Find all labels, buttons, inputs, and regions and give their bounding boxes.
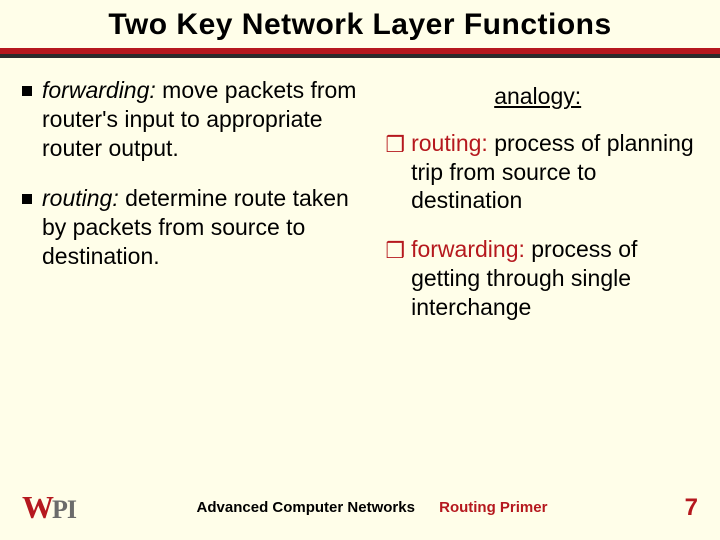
footer-center: Advanced Computer Networks Routing Prime…: [76, 499, 668, 516]
term: routing:: [411, 130, 488, 156]
course-name: Advanced Computer Networks: [197, 499, 415, 516]
slide-title: Two Key Network Layer Functions: [20, 8, 700, 42]
analogy-item: ❒ forwarding: process of getting through…: [377, 235, 698, 321]
logo-pi: PI: [52, 495, 76, 525]
square-outline-icon: ❒: [385, 237, 405, 265]
term: forwarding:: [411, 236, 525, 262]
footer: WPI Advanced Computer Networks Routing P…: [0, 489, 720, 526]
right-column: analogy: ❒ routing: process of planning …: [377, 76, 698, 341]
square-bullet-icon: [22, 86, 32, 96]
term: routing:: [42, 185, 119, 211]
analogy-text: forwarding: process of getting through s…: [411, 235, 698, 321]
analogy-heading: analogy:: [377, 82, 698, 111]
content-area: forwarding: move packets from router's i…: [0, 58, 720, 341]
left-column: forwarding: move packets from router's i…: [22, 76, 369, 341]
title-bar: Two Key Network Layer Functions: [0, 0, 720, 48]
logo-w: W: [22, 489, 52, 526]
bullet-item: forwarding: move packets from router's i…: [22, 76, 369, 162]
bullet-text: routing: determine route taken by packet…: [42, 184, 369, 270]
square-outline-icon: ❒: [385, 131, 405, 159]
bullet-item: routing: determine route taken by packet…: [22, 184, 369, 270]
analogy-item: ❒ routing: process of planning trip from…: [377, 129, 698, 215]
topic-name: Routing Primer: [439, 499, 547, 516]
term: forwarding:: [42, 77, 156, 103]
square-bullet-icon: [22, 194, 32, 204]
wpi-logo: WPI: [22, 489, 76, 526]
bullet-text: forwarding: move packets from router's i…: [42, 76, 369, 162]
page-number: 7: [668, 494, 698, 522]
analogy-text: routing: process of planning trip from s…: [411, 129, 698, 215]
